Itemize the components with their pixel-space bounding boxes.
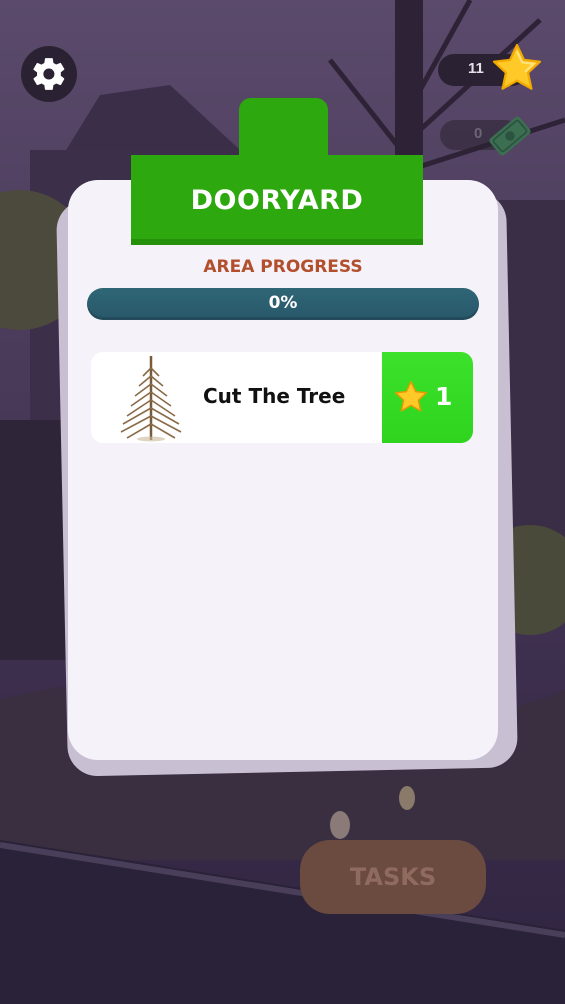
task-label: Cut The Tree: [203, 384, 346, 408]
star-count: 11: [468, 60, 484, 77]
cash-counter: 0: [440, 116, 531, 156]
area-progress-label: AREA PROGRESS: [203, 257, 363, 277]
gear-icon: [33, 58, 65, 90]
cash-count: 0: [474, 125, 483, 142]
dead-tree-icon: [120, 356, 182, 442]
area-progress-bar: 0%: [87, 288, 479, 320]
area-progress-text: 0%: [268, 293, 298, 313]
star-icon: [492, 43, 542, 90]
task-reward-badge: 1: [382, 352, 473, 443]
settings-button[interactable]: [21, 46, 77, 102]
tasks-button[interactable]: TASKS: [300, 840, 486, 914]
task-row[interactable]: Cut The Tree 1: [91, 352, 473, 443]
cash-icon: [489, 116, 531, 156]
area-title-banner: DOORYARD: [131, 155, 423, 245]
area-title: DOORYARD: [190, 184, 364, 216]
star-counter: 11: [438, 43, 542, 90]
task-reward-amount: 1: [435, 382, 453, 411]
tasks-button-label: TASKS: [349, 863, 437, 891]
star-icon: [394, 380, 428, 412]
